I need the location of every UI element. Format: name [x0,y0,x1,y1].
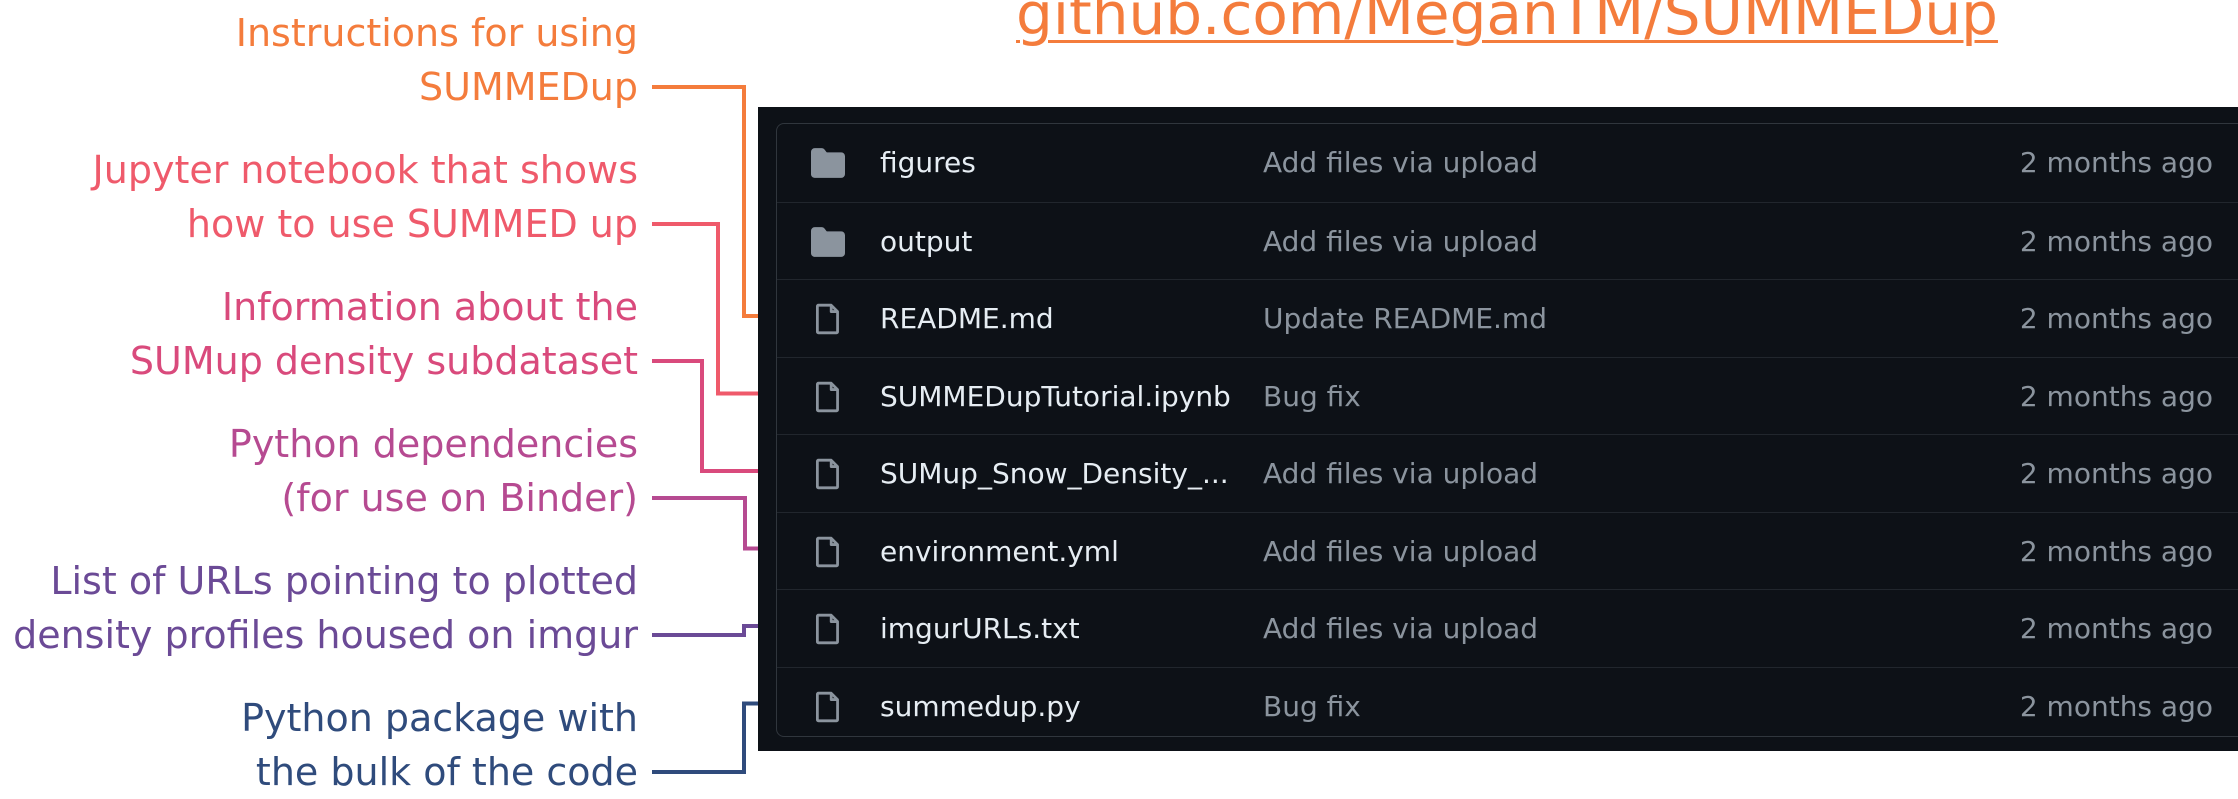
commit-age: 2 months ago [2019,689,2213,723]
commit-message-link[interactable]: Add files via upload [1263,513,1538,590]
annotation-label: Jupyter notebook that shows how to use SU… [93,143,638,251]
folder-icon [810,146,846,180]
file-row[interactable]: figures Add files via upload 2 months ago [777,124,2238,202]
annotation-line-1: Instructions for using [235,11,638,55]
file-row[interactable]: summedup.py Bug fix 2 months ago [777,666,2238,737]
annotation-label: List of URLs pointing to plotted density … [13,554,638,662]
file-row[interactable]: imgurURLs.txt Add files via upload 2 month… [777,589,2238,667]
annotation-line-2: density profiles housed on imgur [13,613,638,657]
file-name-link[interactable]: summedup.py [880,668,1081,737]
commit-age: 2 months ago [2019,379,2213,413]
file-icon [810,535,846,569]
file-row[interactable]: output Add files via upload 2 months ago [777,201,2238,280]
file-name-link[interactable]: SUMMEDupTutorial.ipynb [880,358,1231,435]
file-name-link[interactable]: SUMup_Snow_Density_... [880,435,1229,512]
commit-age: 2 months ago [2019,612,2213,645]
annotation-label: Instructions for using SUMMEDup [236,6,638,114]
commit-age: 2 months ago [2019,224,2213,258]
annotation-label: Information about the SUMup density subda… [130,280,638,388]
annotated-repo-screenshot: github.com/MeganTM/SUMMEDup Instructions… [0,0,2238,794]
annotation-line-2: (for use on Binder) [281,476,638,520]
annotation-line-1: List of URLs pointing to plotted [50,559,638,603]
annotation-line-1: Jupyter notebook that shows [92,148,638,192]
annotation-label: Python package with the bulk of the code [241,691,638,799]
annotation-line-2: SUMup density subdataset [129,339,638,383]
file-row[interactable]: SUMMEDupTutorial.ipynb Bug fix 2 months ag… [777,356,2238,435]
annotation-label: Python dependencies (for use on Binder) [229,417,638,525]
annotation-line-1: Python package with [241,696,638,740]
commit-message-link[interactable]: Add files via upload [1263,590,1538,667]
commit-age: 2 months ago [2019,146,2213,179]
commit-message-link[interactable]: Bug fix [1263,668,1361,737]
folder-icon [810,225,846,259]
commit-message-link[interactable]: Bug fix [1263,358,1361,435]
file-list: figures Add files via upload 2 months ago o… [776,123,2238,737]
file-row[interactable]: README.md Update README.md 2 months ago [777,279,2238,357]
commit-age: 2 months ago [2019,302,2213,335]
file-name-link[interactable]: README.md [880,280,1054,357]
annotation-line-1: Python dependencies [228,422,638,466]
file-icon [810,302,846,336]
commit-message-link[interactable]: Add files via upload [1263,203,1538,280]
file-name-link[interactable]: environment.yml [880,513,1119,590]
file-name-link[interactable]: figures [880,124,976,201]
file-name-link[interactable]: imgurURLs.txt [880,590,1080,667]
file-icon [810,380,846,414]
commit-message-link[interactable]: Add files via upload [1263,435,1538,512]
commit-age: 2 months ago [2019,457,2213,490]
commit-message-link[interactable]: Add files via upload [1263,124,1538,201]
annotation-line-2: SUMMEDup [419,65,638,109]
file-icon [810,690,846,724]
file-icon [810,612,846,646]
commit-message-link[interactable]: Update README.md [1263,280,1547,357]
file-icon [810,457,846,491]
annotation-line-1: Information about the [221,285,638,329]
file-row[interactable]: environment.yml Add files via upload 2 mon… [777,511,2238,590]
annotation-line-2: the bulk of the code [255,750,638,794]
annotation-line-2: how to use SUMMED up [186,202,638,246]
commit-age: 2 months ago [2019,534,2213,568]
file-row[interactable]: SUMup_Snow_Density_... Add files via uplo… [777,434,2238,512]
repo-file-browser: figures Add files via upload 2 months ago o… [758,107,2238,751]
file-name-link[interactable]: output [880,203,972,280]
